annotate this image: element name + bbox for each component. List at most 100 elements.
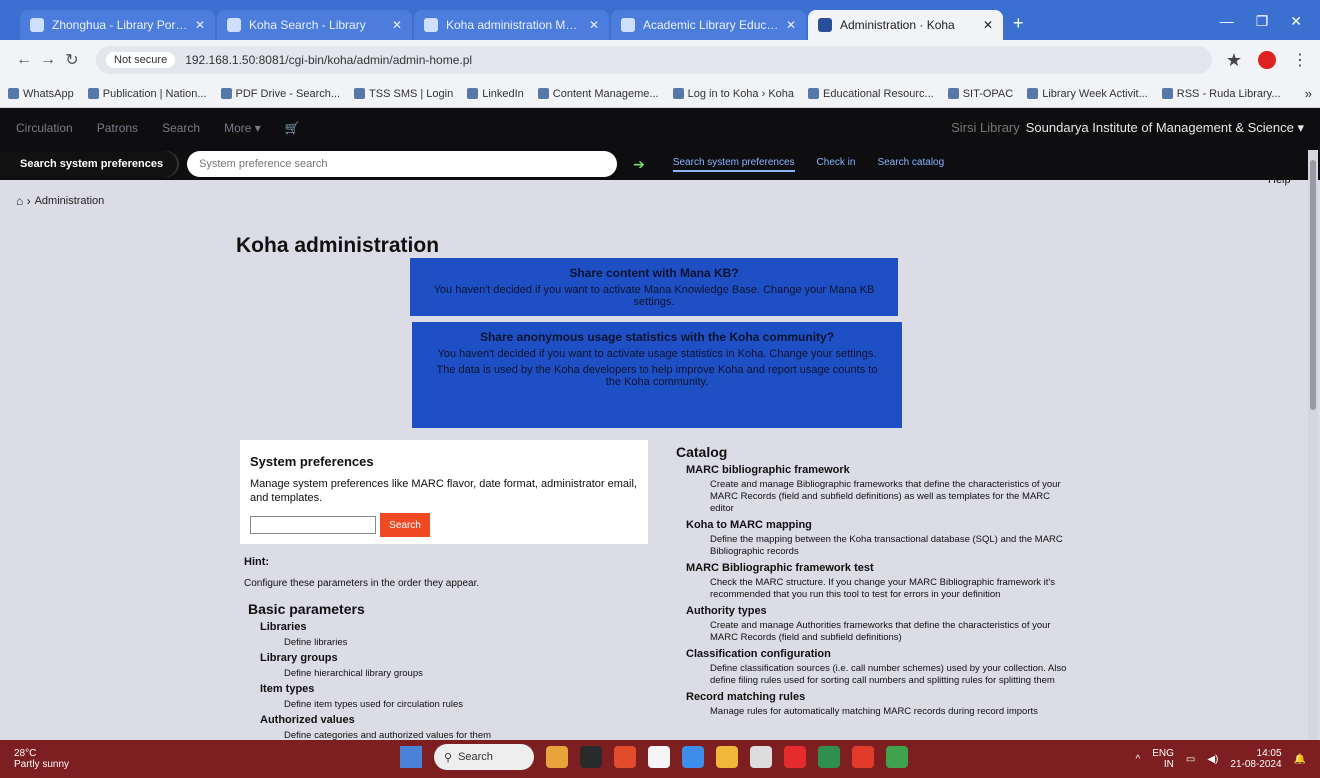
youtube-icon[interactable] [784,746,806,768]
item-description: Check the MARC structure. If you change … [710,577,1055,600]
library-selector[interactable]: Sirsi Library Soundarya Institute of Mana… [951,120,1304,136]
bookmark-item[interactable]: PDF Drive - Search... [220,88,340,100]
tab-search-catalog[interactable]: Search catalog [877,157,944,172]
bookmark-item[interactable]: Log in to Koha › Koha [672,88,794,100]
link-authority-types[interactable]: Authority types [686,605,1076,617]
bookmark-icon [467,88,479,99]
new-tab-button[interactable]: + [1013,13,1024,34]
tray-chevron-icon[interactable]: ^ [1136,754,1141,765]
scrollbar-thumb[interactable] [1310,160,1316,410]
nav-circulation[interactable]: Circulation [16,121,73,135]
bookmark-item[interactable]: Content Manageme... [537,88,659,100]
notice-title: Share anonymous usage statistics with th… [479,330,835,344]
browser-tab[interactable]: Koha Search - Library ✕ [217,10,412,40]
submit-search-icon[interactable]: ➔ [633,156,645,173]
link-item-types[interactable]: Item types [260,683,664,695]
bookmark-item[interactable]: Publication | Nation... [87,88,207,100]
browser-menu-icon[interactable]: ⋮ [1292,50,1308,70]
browser-tab[interactable]: Academic Library Education ✕ [611,10,806,40]
page-scrollbar[interactable] [1308,150,1318,740]
bookmark-icon [808,88,820,99]
bookmark-item[interactable]: Educational Resourc... [808,88,934,100]
notice-text[interactable]: You haven't decided if you want to activ… [426,284,882,308]
sysprefs-title: System preferences [250,454,374,469]
notice-text: The data is used by the Koha developers … [436,364,878,388]
link-authorized-values[interactable]: Authorized values [260,714,664,726]
notice-text[interactable]: You haven't decided if you want to activ… [428,348,886,360]
taskbar-search[interactable]: ⚲ Search [434,744,534,770]
clock[interactable]: 14:05 21-08-2024 [1230,748,1281,770]
maximize-icon[interactable]: ❐ [1256,13,1269,30]
back-icon[interactable]: ← [12,51,36,69]
nav-patrons[interactable]: Patrons [97,121,138,135]
file-explorer-icon[interactable] [716,746,738,768]
bookmark-item[interactable]: WhatsApp [8,88,74,100]
edge-icon[interactable] [682,746,704,768]
excel-icon[interactable] [818,746,840,768]
bookmark-star-icon[interactable]: ★ [1226,50,1242,71]
app-icon[interactable] [886,746,908,768]
breadcrumb-administration[interactable]: Administration [35,195,105,207]
network-icon[interactable]: ▭ [1186,754,1195,765]
bookmark-item[interactable]: LinkedIn [467,88,524,100]
app-icon[interactable] [648,746,670,768]
language-indicator[interactable]: ENG IN [1152,748,1174,770]
sysprefs-search-button[interactable]: Search [380,513,430,537]
task-view-icon[interactable] [580,746,602,768]
link-classification[interactable]: Classification configuration [686,648,1076,660]
nav-search[interactable]: Search [162,121,200,135]
browser-tab-active[interactable]: Administration · Koha ✕ [808,10,1003,40]
sysprefs-search-input[interactable] [250,516,376,534]
app-icon[interactable] [614,746,636,768]
notification-bell-icon[interactable]: 🔔 [1294,754,1306,765]
not-secure-badge[interactable]: Not secure [106,52,176,68]
link-marc-framework[interactable]: MARC bibliographic framework [686,464,1076,476]
link-koha-to-marc[interactable]: Koha to MARC mapping [686,519,1076,531]
cart-icon[interactable]: 🛒 [285,121,300,135]
weather-widget[interactable]: 28°C Partly sunny [14,748,69,770]
volume-icon[interactable]: ◀) [1207,754,1218,765]
url-field[interactable]: Not secure 192.168.1.50:8081/cgi-bin/koh… [96,46,1212,74]
hint-text: Configure these parameters in the order … [244,578,480,589]
bookmark-item[interactable]: TSS SMS | Login [354,88,453,100]
help-link[interactable]: Help [1268,174,1291,186]
hint-title: Hint: [244,556,270,568]
bookmark-icon [672,88,684,99]
close-icon[interactable]: ✕ [983,18,993,32]
search-type-selector[interactable]: Search system preferences [0,151,178,177]
breadcrumb: ⌂ › Administration [16,194,104,208]
tab-search-sysprefs[interactable]: Search system preferences [672,157,795,172]
tab-check-in[interactable]: Check in [817,157,856,172]
bookmark-icon [8,88,19,99]
more-bookmarks-button[interactable]: » [1305,86,1312,101]
close-icon[interactable]: ✕ [589,18,599,32]
bookmark-item[interactable]: RSS - Ruda Library... [1161,88,1281,100]
bookmark-item[interactable]: SIT-OPAC [947,88,1013,100]
close-icon[interactable]: ✕ [786,18,796,32]
forward-icon[interactable]: → [36,51,60,69]
chrome-icon[interactable] [852,746,874,768]
browser-tab[interactable]: Zhonghua - Library Portal Reading ✕ [20,10,215,40]
close-icon[interactable]: ✕ [392,18,402,32]
link-framework-test[interactable]: MARC Bibliographic framework test [686,562,1076,574]
browser-tab[interactable]: Koha administration Manual ✕ [414,10,609,40]
windows-start-icon[interactable] [400,746,422,768]
widgets-icon[interactable] [546,746,568,768]
bookmark-item[interactable]: Library Week Activit... [1027,88,1148,100]
bookmark-icon [220,88,232,99]
notice-title: Share content with Mana KB? [569,266,739,280]
reload-icon[interactable]: ↻ [60,50,84,70]
os-taskbar: 28°C Partly sunny ⚲ Search ^ ENG IN ▭ ◀)… [0,740,1320,778]
minimize-icon[interactable]: — [1220,13,1234,30]
close-icon[interactable]: ✕ [195,18,205,32]
syspref-search-input[interactable] [187,151,618,177]
close-window-icon[interactable]: ✕ [1290,13,1302,30]
home-icon[interactable]: ⌂ › [16,194,31,208]
link-record-matching[interactable]: Record matching rules [686,691,1076,703]
link-library-groups[interactable]: Library groups [260,652,664,664]
store-icon[interactable] [750,746,772,768]
link-libraries[interactable]: Libraries [260,621,664,633]
profile-avatar-icon[interactable] [1258,51,1276,69]
nav-more[interactable]: More ▾ [224,121,261,135]
weather-temp: 28°C [14,748,37,759]
